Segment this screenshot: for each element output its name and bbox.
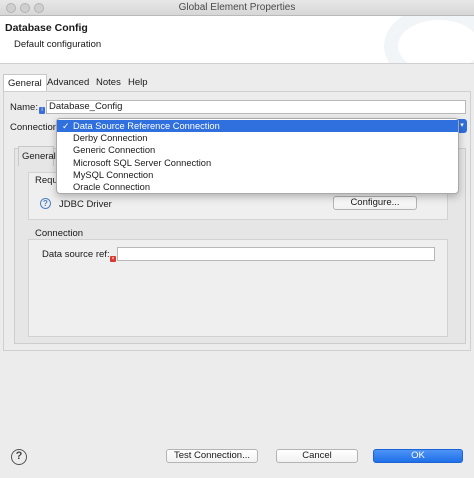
tab-label: Notes — [96, 77, 121, 88]
tab-help[interactable]: Help — [124, 74, 152, 92]
dropdown-item-mssql[interactable]: Microsoft SQL Server Connection — [57, 157, 458, 169]
datasource-label: Data source ref: — [42, 249, 110, 260]
tab-label: General — [8, 78, 42, 89]
connection-label: Connection — [10, 122, 59, 133]
maximize-window-icon[interactable] — [34, 3, 44, 13]
test-connection-button[interactable]: Test Connection... — [166, 449, 258, 463]
help-icon[interactable]: ? — [11, 449, 27, 465]
tab-label: Advanced — [47, 77, 90, 88]
dropdown-item-label: Oracle Connection — [73, 181, 150, 192]
tab-advanced[interactable]: Advanced — [43, 74, 93, 92]
banner-decoration-icon — [384, 16, 474, 63]
dropdown-item-label: Microsoft SQL Server Connection — [73, 157, 212, 168]
window-titlebar: Global Element Properties — [0, 0, 474, 16]
close-window-icon[interactable] — [6, 3, 16, 13]
connection-group-title: Connection — [35, 228, 84, 239]
jdbc-driver-label: JDBC Driver — [59, 199, 112, 210]
info-icon: i — [39, 107, 45, 114]
error-icon: × — [110, 256, 116, 262]
name-label: Name: — [10, 102, 38, 113]
dropdown-item-oracle[interactable]: Oracle Connection — [57, 181, 458, 193]
minimize-window-icon[interactable] — [20, 3, 30, 13]
window-title: Global Element Properties — [178, 2, 296, 13]
tab-label: General — [22, 151, 56, 162]
header-banner: Database Config Default configuration — [0, 16, 474, 64]
tab-general[interactable]: General — [3, 74, 47, 92]
inner-tab-general[interactable]: General — [18, 146, 56, 166]
configure-button[interactable]: Configure... — [333, 196, 417, 210]
cancel-button[interactable]: Cancel — [276, 449, 358, 463]
chevron-down-icon: ▾ — [460, 122, 464, 129]
page-subtitle: Default configuration — [14, 39, 102, 50]
connection-dropdown[interactable]: ✓ Data Source Reference Connection Derby… — [56, 118, 459, 194]
dropdown-item-data-source-reference[interactable]: ✓ Data Source Reference Connection — [57, 120, 458, 133]
dropdown-item-label: MySQL Connection — [73, 169, 154, 180]
datasource-input[interactable] — [117, 247, 435, 261]
dropdown-item-generic[interactable]: Generic Connection — [57, 144, 458, 156]
dropdown-item-label: Data Source Reference Connection — [73, 121, 220, 131]
dropdown-item-label: Generic Connection — [73, 145, 156, 156]
checkmark-icon: ✓ — [62, 121, 70, 131]
tab-label: Help — [128, 77, 148, 88]
name-input[interactable]: Database_Config — [46, 100, 466, 114]
dropdown-item-derby[interactable]: Derby Connection — [57, 132, 458, 144]
tab-notes[interactable]: Notes — [92, 74, 125, 92]
required-group-title: Requ — [35, 175, 58, 186]
ok-button[interactable]: OK — [373, 449, 463, 463]
page-title: Database Config — [5, 22, 88, 34]
dropdown-item-mysql[interactable]: MySQL Connection — [57, 169, 458, 181]
dropdown-item-label: Derby Connection — [73, 133, 148, 144]
help-icon[interactable]: ? — [40, 198, 51, 209]
